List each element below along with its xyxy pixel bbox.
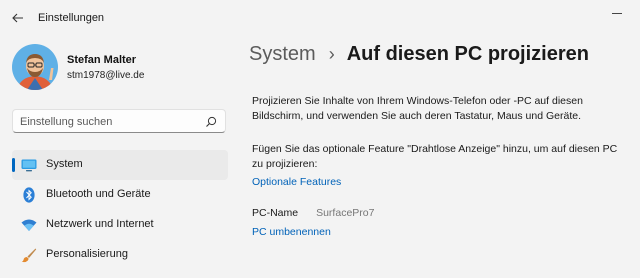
title-bar: Einstellungen <box>0 0 640 36</box>
chevron-right-icon: › <box>328 44 335 64</box>
sidebar-item-network[interactable]: Netzwerk und Internet <box>12 210 228 240</box>
app-title: Einstellungen <box>38 12 105 24</box>
avatar-icon <box>12 44 58 90</box>
sidebar-item-label: Netzwerk und Internet <box>46 218 154 230</box>
back-button[interactable] <box>8 10 28 26</box>
sidebar-nav: System Bluetooth und Geräte Netzwerk und… <box>12 150 228 270</box>
user-profile: Stefan Malter stm1978@live.de <box>12 44 232 90</box>
sidebar-item-label: System <box>46 158 83 170</box>
optional-features-link[interactable]: Optionale Features <box>252 176 341 188</box>
page-title: Auf diesen PC projizieren <box>346 43 589 65</box>
rename-pc-link[interactable]: PC umbenennen <box>252 226 331 238</box>
sidebar-item-label: Bluetooth und Geräte <box>46 188 151 200</box>
pc-name-row: PC-Name SurfacePro7 <box>252 207 374 219</box>
main-content: Projizieren Sie Inhalte von Ihrem Window… <box>252 94 622 238</box>
arrow-left-icon <box>12 13 23 23</box>
search-icon[interactable] <box>205 116 217 128</box>
sidebar-item-system[interactable]: System <box>12 150 228 180</box>
active-indicator <box>12 158 15 172</box>
user-name: Stefan Malter <box>67 54 137 66</box>
feature-hint: Fügen Sie das optionale Feature "Drahtlo… <box>252 143 618 170</box>
pc-name-label: PC-Name <box>252 207 299 219</box>
sidebar-item-label: Personalisierung <box>46 248 128 260</box>
monitor-icon <box>21 157 37 173</box>
search-box[interactable] <box>12 109 226 133</box>
bluetooth-icon <box>21 187 37 203</box>
user-email: stm1978@live.de <box>67 70 145 81</box>
sidebar-item-bluetooth[interactable]: Bluetooth und Geräte <box>12 180 228 210</box>
pc-name-value: SurfacePro7 <box>316 207 375 219</box>
breadcrumb-parent[interactable]: System <box>249 43 316 66</box>
avatar[interactable] <box>12 44 58 90</box>
search-input[interactable] <box>20 113 200 130</box>
brush-icon <box>21 247 37 263</box>
minimize-button[interactable] <box>612 8 622 14</box>
projection-description: Projizieren Sie Inhalte von Ihrem Window… <box>252 95 583 122</box>
sidebar-item-personalization[interactable]: Personalisierung <box>12 240 228 270</box>
breadcrumb: System › Auf diesen PC projizieren <box>249 43 589 73</box>
wifi-icon <box>21 217 37 233</box>
